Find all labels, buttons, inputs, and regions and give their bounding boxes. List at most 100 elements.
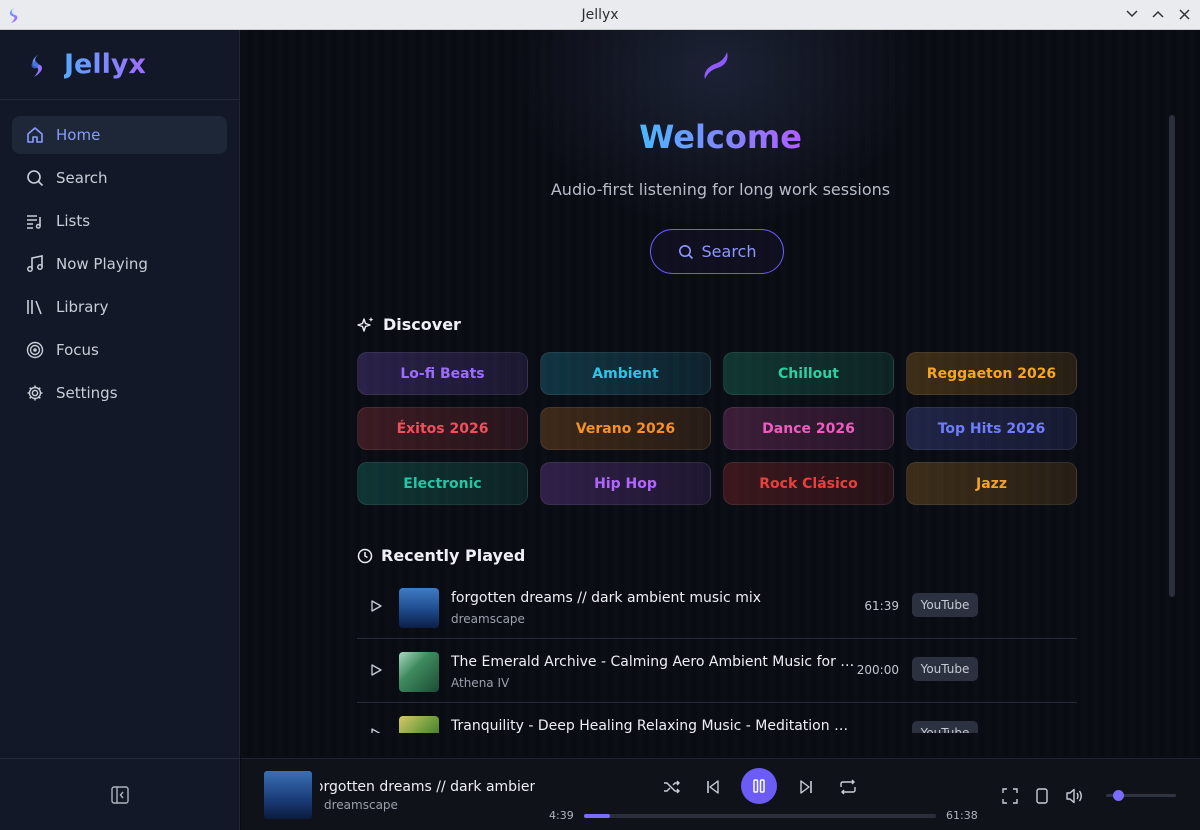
- jellyx-logo-icon: [31, 52, 42, 77]
- library-icon: [27, 300, 42, 315]
- list-icon: [27, 215, 41, 229]
- main-content: Welcome Audio-first listening for long w…: [241, 30, 1200, 758]
- collapse-sidebar-icon[interactable]: [111, 785, 129, 804]
- genre-button[interactable]: Top Hits 2026: [906, 407, 1077, 450]
- genre-button[interactable]: Electronic: [357, 462, 528, 505]
- previous-button[interactable]: [702, 776, 724, 798]
- main-scrollbar[interactable]: [1169, 115, 1175, 597]
- list-item[interactable]: forgotten dreams // dark ambient music m…: [357, 575, 1077, 639]
- hero-search-button[interactable]: Search: [650, 229, 784, 274]
- maximize-chevron-icon[interactable]: [1148, 4, 1168, 24]
- fullscreen-button[interactable]: [999, 785, 1021, 807]
- shuffle-button[interactable]: [661, 776, 683, 798]
- close-icon[interactable]: [1174, 4, 1194, 24]
- play-icon[interactable]: [369, 727, 383, 733]
- window-title: Jellyx: [581, 6, 619, 23]
- sidebar-item-lists[interactable]: Lists: [12, 202, 227, 240]
- now-playing-artist: dreamscape: [324, 798, 398, 812]
- pause-button[interactable]: [741, 768, 777, 804]
- clock-icon: [357, 548, 373, 563]
- genre-button[interactable]: Verano 2026: [540, 407, 711, 450]
- mini-player-button[interactable]: [1031, 785, 1053, 807]
- recently-played-title: Recently Played: [381, 546, 526, 565]
- skip-forward-icon: [800, 780, 812, 794]
- volume-button[interactable]: [1064, 785, 1086, 807]
- genre-button[interactable]: Éxitos 2026: [357, 407, 528, 450]
- search-icon: [27, 170, 44, 187]
- gear-icon: [27, 385, 43, 401]
- fullscreen-icon: [1002, 788, 1018, 804]
- sidebar-item-focus[interactable]: Focus: [12, 331, 227, 369]
- genre-button[interactable]: Lo-fi Beats: [357, 352, 528, 395]
- track-thumbnail: [399, 652, 439, 692]
- discover-heading: Discover: [357, 315, 461, 334]
- genre-button[interactable]: Reggaeton 2026: [906, 352, 1077, 395]
- sidebar: Jellyx Home Search Lists Now Playing Lib…: [0, 30, 240, 830]
- minimize-chevron-icon[interactable]: [1122, 4, 1142, 24]
- list-item[interactable]: The Emerald Archive - Calming Aero Ambie…: [357, 639, 1077, 703]
- sidebar-item-label: Now Playing: [56, 255, 148, 273]
- app-logo-icon: [9, 7, 18, 23]
- pause-icon: [753, 779, 765, 793]
- music-note-icon: [27, 255, 43, 272]
- track-duration: 200:00: [856, 663, 899, 677]
- source-badge: YouTube: [912, 593, 978, 617]
- welcome-title: Welcome: [639, 118, 802, 156]
- genre-button[interactable]: Ambient: [540, 352, 711, 395]
- welcome-subtitle: Audio-first listening for long work sess…: [550, 180, 891, 199]
- track-thumbnail: [399, 716, 439, 733]
- genre-grid: Lo-fi Beats Ambient Chillout Reggaeton 2026…: [357, 352, 1077, 505]
- list-item[interactable]: Tranquility - Deep Healing Relaxing Musi…: [357, 703, 1077, 733]
- track-title: The Emerald Archive - Calming Aero Ambie…: [451, 654, 856, 670]
- sidebar-nav: Home Search Lists Now Playing Library Fo…: [0, 100, 239, 433]
- now-playing-cover[interactable]: [264, 771, 312, 819]
- play-icon[interactable]: [369, 663, 383, 677]
- genre-button[interactable]: Rock Clásico: [723, 462, 894, 505]
- genre-button[interactable]: Dance 2026: [723, 407, 894, 450]
- progress-slider[interactable]: [584, 814, 936, 818]
- track-title: forgotten dreams // dark ambient music m…: [451, 590, 762, 606]
- shuffle-icon: [664, 780, 680, 794]
- recently-played-heading: Recently Played: [357, 546, 525, 565]
- track-artist: Athena IV: [451, 676, 510, 690]
- skip-back-icon: [707, 780, 719, 794]
- genre-button[interactable]: Hip Hop: [540, 462, 711, 505]
- volume-knob[interactable]: [1113, 790, 1124, 801]
- now-playing-title: forgotten dreams // dark ambient music m…: [320, 779, 535, 795]
- repeat-icon: [840, 779, 856, 795]
- hero-logo-icon: [704, 52, 728, 79]
- source-badge: YouTube: [912, 721, 978, 733]
- volume-slider[interactable]: [1106, 790, 1176, 801]
- genre-button[interactable]: Chillout: [723, 352, 894, 395]
- recently-played-list: forgotten dreams // dark ambient music m…: [357, 575, 1077, 733]
- sidebar-item-label: Library: [56, 298, 109, 316]
- sidebar-item-home[interactable]: Home: [12, 116, 227, 154]
- sidebar-footer: [0, 758, 240, 830]
- track-thumbnail: [399, 588, 439, 628]
- sidebar-item-search[interactable]: Search: [12, 159, 227, 197]
- brand[interactable]: Jellyx: [0, 30, 239, 100]
- genre-button[interactable]: Jazz: [906, 462, 1077, 505]
- app-name: Jellyx: [64, 49, 146, 80]
- sidebar-item-label: Search: [56, 169, 108, 187]
- phone-icon: [1036, 788, 1048, 804]
- target-icon: [26, 341, 44, 359]
- play-icon[interactable]: [369, 599, 383, 613]
- window-titlebar: Jellyx: [0, 0, 1200, 30]
- sidebar-item-label: Home: [56, 126, 101, 144]
- home-icon: [27, 127, 43, 143]
- sidebar-item-library[interactable]: Library: [12, 288, 227, 326]
- next-button[interactable]: [795, 776, 817, 798]
- sidebar-item-label: Focus: [56, 341, 99, 359]
- sidebar-item-label: Settings: [56, 384, 118, 402]
- player-bar: forgotten dreams // dark ambient music m…: [241, 758, 1200, 830]
- track-title: Tranquility - Deep Healing Relaxing Musi…: [451, 718, 856, 733]
- current-time: 4:39: [549, 809, 574, 822]
- track-duration: 61:39: [864, 599, 899, 613]
- sidebar-item-label: Lists: [56, 212, 91, 230]
- track-artist: dreamscape: [451, 612, 525, 626]
- repeat-button[interactable]: [837, 776, 859, 798]
- search-icon: [678, 244, 693, 259]
- sidebar-item-now-playing[interactable]: Now Playing: [12, 245, 227, 283]
- sidebar-item-settings[interactable]: Settings: [12, 374, 227, 412]
